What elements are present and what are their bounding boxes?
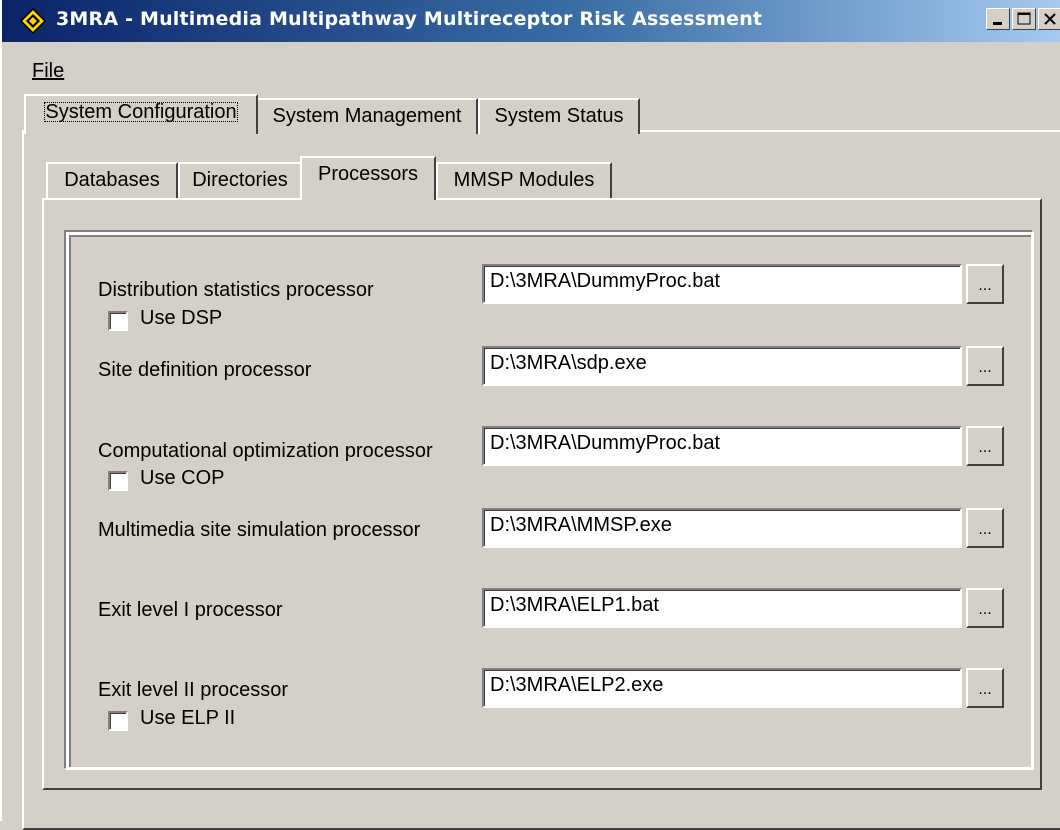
tab-label: Processors: [317, 163, 419, 185]
cop-label: Computational optimization processor: [98, 440, 433, 462]
maximize-button[interactable]: [1012, 8, 1036, 30]
menu-file[interactable]: File: [32, 60, 64, 83]
sdp-browse-button[interactable]: ...: [966, 346, 1004, 386]
minimize-button[interactable]: [986, 8, 1010, 30]
close-icon: [1044, 13, 1056, 25]
mmsp-label: Multimedia site simulation processor: [98, 519, 421, 541]
minimize-icon: [993, 22, 1002, 25]
use-elp2-label: Use ELP II: [140, 707, 236, 729]
tab-label: System Status: [494, 105, 624, 127]
tab-mmsp-modules[interactable]: MMSP Modules: [436, 162, 612, 198]
tab-label: Directories: [192, 169, 288, 191]
use-dsp-label: Use DSP: [140, 307, 223, 329]
window-title: 3MRA - Multimedia Multipathway Multirece…: [56, 8, 763, 30]
elp1-path-input[interactable]: D:\3MRA\ELP1.bat: [482, 588, 962, 628]
use-dsp-checkbox[interactable]: [108, 311, 128, 331]
mmsp-browse-button[interactable]: ...: [966, 508, 1004, 548]
app-window: 3MRA - Multimedia Multipathway Multirece…: [0, 0, 1060, 830]
tab-directories[interactable]: Directories: [178, 162, 302, 198]
elp2-browse-button[interactable]: ...: [966, 668, 1004, 708]
elp1-browse-button[interactable]: ...: [966, 588, 1004, 628]
dsp-browse-button[interactable]: ...: [966, 264, 1004, 304]
use-cop-label: Use COP: [140, 467, 225, 489]
tab-system-configuration[interactable]: System Configuration: [24, 94, 258, 134]
menu-bar: [2, 42, 1060, 82]
tab-label: Databases: [64, 169, 160, 191]
title-bar[interactable]: 3MRA - Multimedia Multipathway Multirece…: [2, 0, 1060, 42]
elp2-label: Exit level II processor: [98, 679, 289, 701]
menu-file-label: File: [32, 60, 65, 82]
dsp-path-input[interactable]: D:\3MRA\DummyProc.bat: [482, 264, 962, 304]
cop-browse-button[interactable]: ...: [966, 426, 1004, 466]
use-cop-checkbox[interactable]: [108, 471, 128, 491]
3mra-app-icon: [20, 8, 46, 34]
tab-databases[interactable]: Databases: [46, 162, 178, 198]
cop-path-input[interactable]: D:\3MRA\DummyProc.bat: [482, 426, 962, 466]
dsp-label: Distribution statistics processor: [98, 279, 374, 301]
mmsp-path-input[interactable]: D:\3MRA\MMSP.exe: [482, 508, 962, 548]
tab-label: MMSP Modules: [453, 169, 595, 191]
close-button[interactable]: [1038, 8, 1060, 30]
sdp-label: Site definition processor: [98, 359, 312, 381]
tab-system-status[interactable]: System Status: [478, 98, 640, 134]
elp2-path-input[interactable]: D:\3MRA\ELP2.exe: [482, 668, 962, 708]
elp1-label: Exit level I processor: [98, 599, 283, 621]
sdp-path-input[interactable]: D:\3MRA\sdp.exe: [482, 346, 962, 386]
tab-label: System Management: [272, 105, 462, 127]
tab-system-management[interactable]: System Management: [256, 98, 478, 134]
use-elp2-checkbox[interactable]: [108, 711, 128, 731]
maximize-icon: [1017, 12, 1031, 25]
tab-label: System Configuration: [41, 99, 240, 125]
tab-processors[interactable]: Processors: [300, 156, 436, 200]
